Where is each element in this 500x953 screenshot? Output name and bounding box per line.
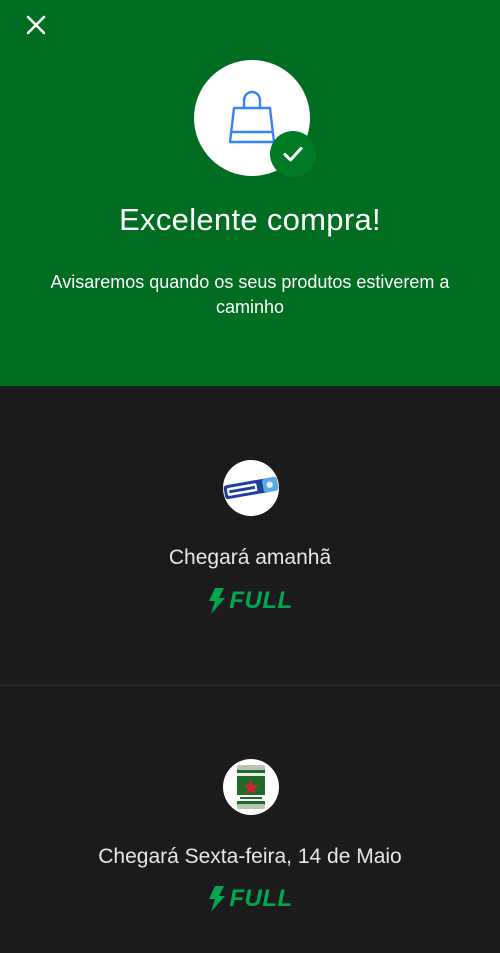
full-label: FULL — [229, 885, 293, 912]
lightning-bolt-icon — [209, 886, 226, 912]
delivery-estimate: Chegará Sexta-feira, 14 de Maio — [98, 845, 402, 868]
product-thumbnail[interactable] — [223, 759, 279, 815]
close-icon — [26, 15, 46, 35]
full-shipping-badge: FULL — [0, 587, 500, 615]
shipment-card: Chegará Sexta-feira, 14 de Maio FULL — [0, 686, 500, 953]
negresco-biscuit-thumbnail — [223, 476, 279, 500]
shipment-card: Chegará amanhã FULL — [0, 386, 500, 685]
full-label: FULL — [229, 587, 293, 614]
heineken-keg-thumbnail — [237, 765, 265, 809]
purchase-confirmation-screen: Excelente compra! Avisaremos quando os s… — [0, 0, 500, 953]
confirmation-header: Excelente compra! Avisaremos quando os s… — [0, 0, 500, 386]
check-icon — [283, 147, 303, 162]
success-badge — [270, 131, 316, 177]
confirmation-message: Avisaremos quando os seus produtos estiv… — [50, 272, 450, 317]
delivery-estimate: Chegará amanhã — [168, 546, 332, 569]
page-title: Excelente compra! — [119, 202, 381, 237]
lightning-bolt-icon — [209, 588, 226, 614]
close-button[interactable] — [20, 9, 52, 41]
full-shipping-badge: FULL — [0, 885, 500, 913]
shopping-bag-icon — [228, 90, 276, 144]
product-thumbnail[interactable] — [223, 460, 279, 516]
